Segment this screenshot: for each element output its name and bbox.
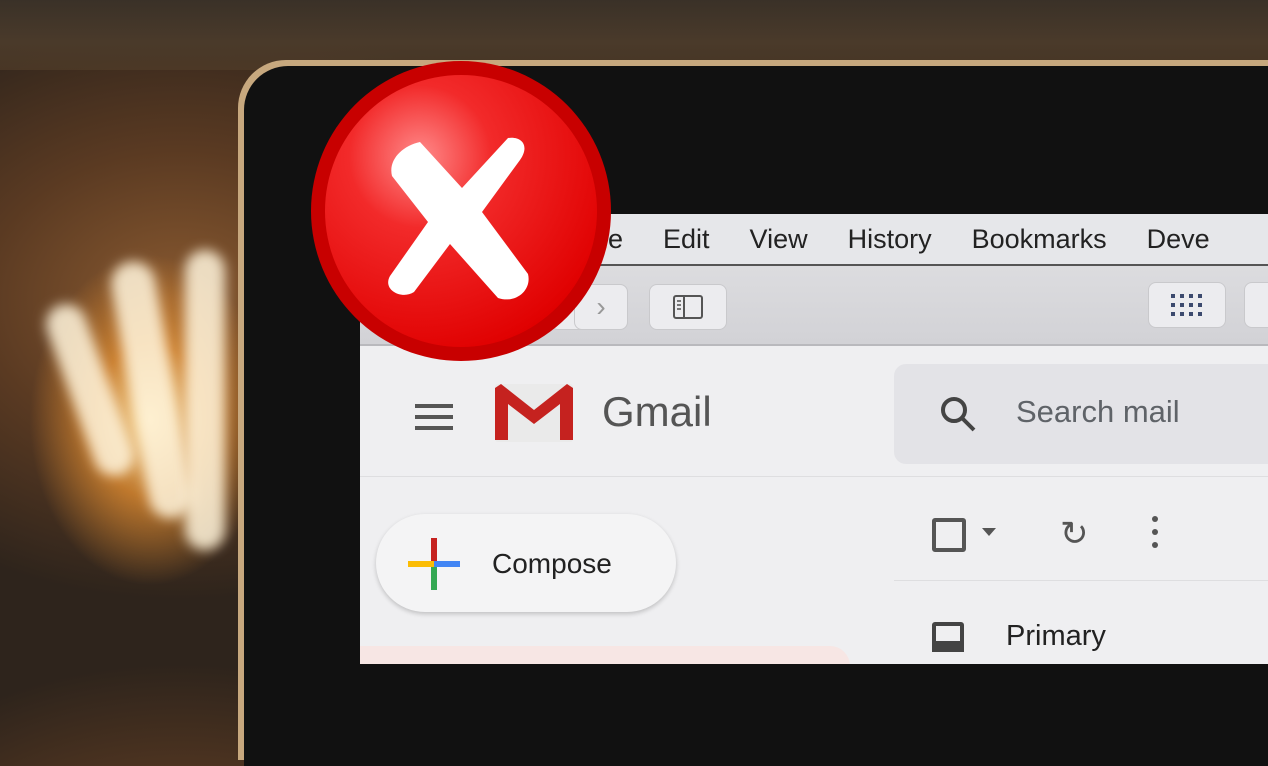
background-light (107, 258, 197, 522)
refresh-icon[interactable]: ↻ (1060, 514, 1089, 554)
menu-edit[interactable]: Edit (663, 224, 710, 255)
select-dropdown-caret-icon[interactable] (982, 528, 996, 536)
error-x-icon (311, 61, 611, 361)
more-options-icon[interactable] (1152, 516, 1158, 555)
search-box[interactable]: Search mail (894, 364, 1268, 464)
compose-label: Compose (492, 548, 612, 579)
main-menu-icon[interactable] (415, 404, 453, 437)
gmail-header: Gmail Search mail (360, 346, 1268, 477)
apps-grid-icon (1171, 294, 1202, 316)
sidebar-toggle-icon (673, 295, 703, 319)
toolbar-button[interactable] (1244, 282, 1268, 328)
gmail-brand: Gmail (602, 388, 712, 435)
menu-view[interactable]: View (750, 224, 808, 255)
menu-bookmarks[interactable]: Bookmarks (972, 224, 1107, 255)
menu-develop[interactable]: Deve (1147, 224, 1210, 255)
search-input[interactable]: Search mail (1016, 394, 1180, 430)
mail-actions-bar: ↻ (894, 504, 1268, 581)
compose-plus-icon (408, 538, 460, 590)
inbox-icon (932, 622, 964, 652)
gmail-logo-icon (495, 384, 573, 442)
menu-history[interactable]: History (848, 224, 932, 255)
sidebar-button[interactable] (649, 284, 727, 330)
background-light (185, 250, 225, 550)
select-all-checkbox[interactable] (932, 518, 966, 552)
apps-button[interactable] (1148, 282, 1226, 328)
compose-button[interactable]: Compose (376, 514, 676, 612)
search-icon (941, 397, 976, 432)
tab-primary-label: Primary (1006, 620, 1106, 652)
sidebar-item-inbox[interactable] (360, 646, 850, 664)
